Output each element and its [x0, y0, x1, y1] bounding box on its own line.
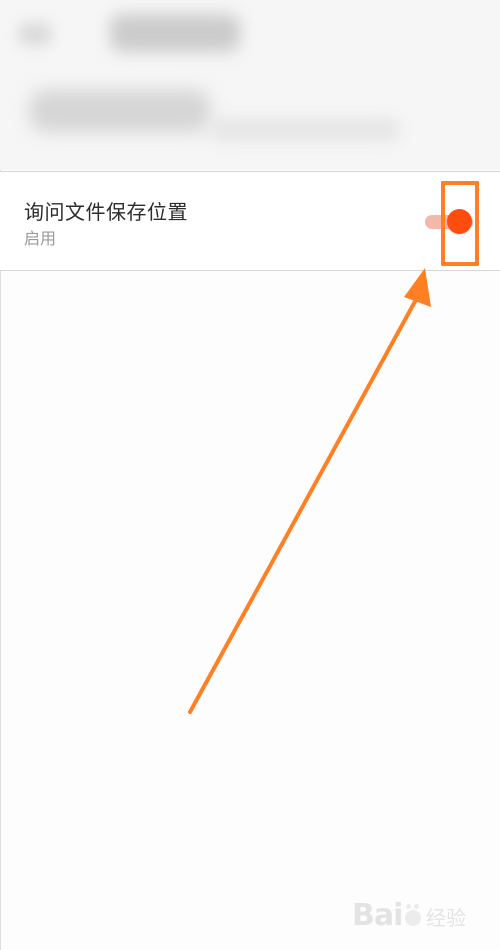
setting-status-label: 启用 — [24, 229, 57, 248]
annotation-arrow-line — [188, 294, 420, 714]
row-bottom-divider — [0, 270, 500, 271]
settings-screen: 询问文件保存位置 启用 Bai 经验 — [0, 0, 500, 950]
blurred-header-text-secondary — [210, 118, 400, 142]
toggle-highlight-box — [441, 181, 479, 266]
blurred-header-text-primary — [30, 90, 210, 132]
blurred-page-title — [110, 14, 240, 52]
watermark-subtext: 经验 — [426, 906, 466, 930]
watermark: Bai 经验 — [352, 898, 482, 938]
annotation-arrow-head — [404, 268, 431, 307]
blurred-back-button — [18, 22, 52, 46]
setting-title: 询问文件保存位置 — [24, 200, 188, 224]
ask-download-location-setting-row[interactable]: 询问文件保存位置 启用 — [0, 172, 500, 270]
blurred-header — [0, 0, 500, 170]
watermark-logo-text: Bai — [352, 898, 403, 933]
paw-icon — [405, 904, 421, 926]
